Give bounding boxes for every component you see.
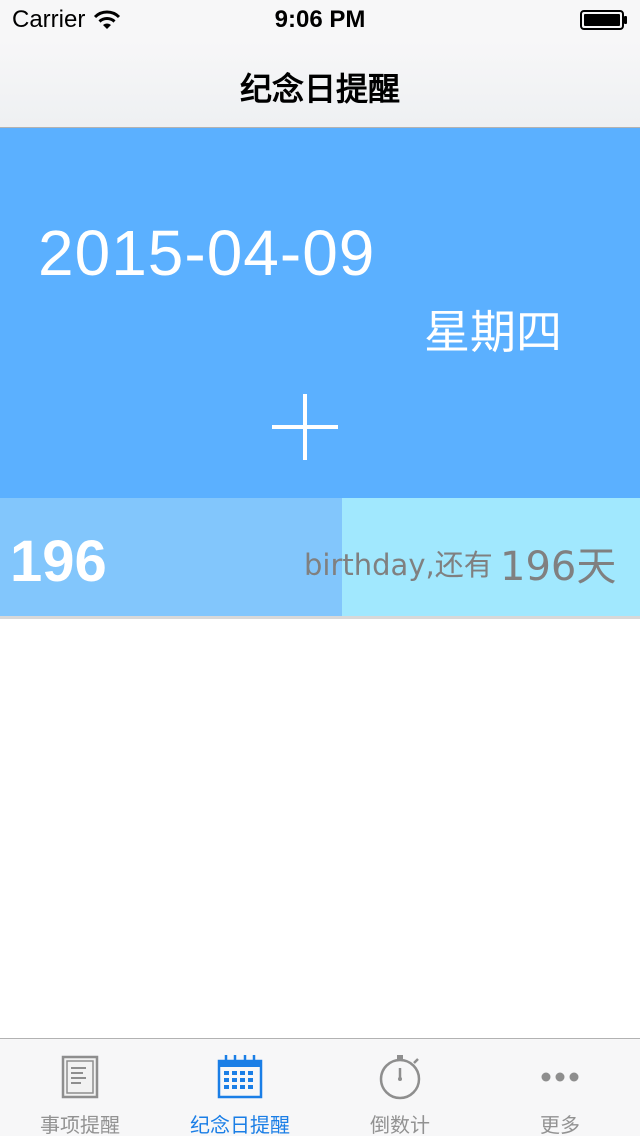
tab-bar: 事项提醒 纪念日提醒 倒数计 更多 — [0, 1038, 640, 1136]
event-label: birthday,还有 — [304, 548, 493, 582]
document-icon — [56, 1053, 104, 1101]
row-divider — [0, 616, 640, 619]
tab-more[interactable]: 更多 — [480, 1039, 640, 1136]
current-date: 2015-04-09 — [38, 217, 376, 289]
calendar-icon — [216, 1053, 264, 1101]
stopwatch-icon — [376, 1053, 424, 1101]
status-time: 9:06 PM — [274, 6, 366, 33]
anniversary-row[interactable]: 196 birthday,还有 196天 — [0, 498, 640, 616]
status-bar: Carrier 9:06 PM — [0, 0, 640, 40]
add-anniversary-button[interactable] — [270, 392, 340, 462]
tab-tasks[interactable]: 事项提醒 — [0, 1039, 160, 1136]
tab-countdown-label: 倒数计 — [370, 1113, 430, 1136]
screen: Carrier 9:06 PM 纪念日提醒 2015-04-09 星期四 196… — [0, 0, 640, 1136]
page-title: 纪念日提醒 — [239, 71, 400, 107]
days-remaining: 196天 — [500, 544, 617, 590]
tab-anniversary[interactable]: 纪念日提醒 — [160, 1039, 320, 1136]
battery-icon — [580, 10, 628, 30]
date-panel: 2015-04-09 星期四 — [0, 128, 640, 498]
navigation-bar: 纪念日提醒 — [0, 40, 640, 128]
tab-anniversary-label: 纪念日提醒 — [190, 1113, 290, 1136]
days-count: 196 — [10, 529, 107, 594]
more-icon — [536, 1053, 584, 1101]
tab-tasks-label: 事项提醒 — [40, 1113, 120, 1136]
tab-countdown[interactable]: 倒数计 — [320, 1039, 480, 1136]
tab-more-label: 更多 — [540, 1113, 580, 1136]
plus-icon — [272, 394, 338, 460]
current-weekday: 星期四 — [424, 305, 562, 359]
